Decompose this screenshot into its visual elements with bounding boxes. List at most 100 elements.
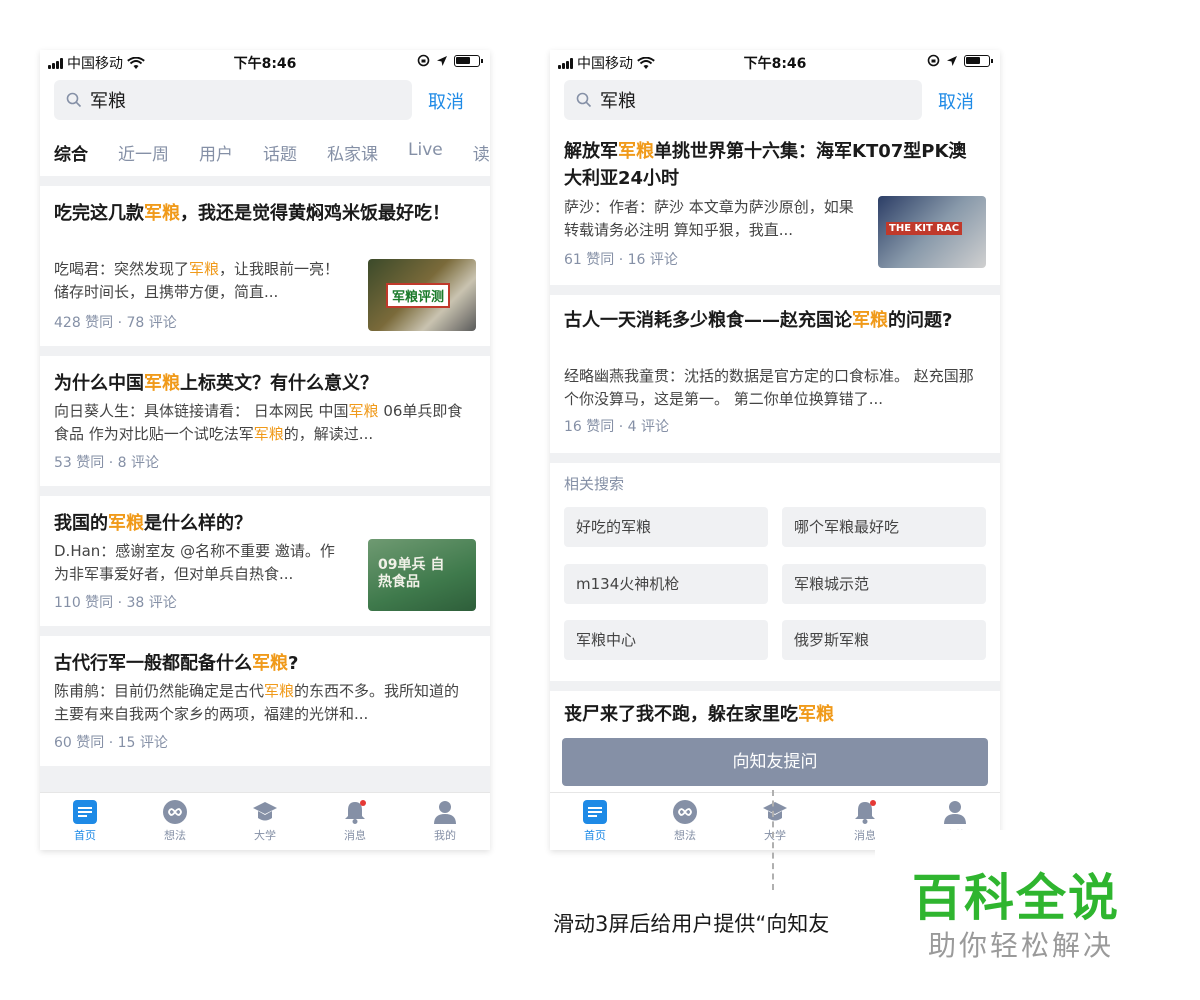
- item-excerpt: D.Han：感谢室友 @名称不重要 邀请。作为非军事爱好者，但对单兵自热食...: [54, 542, 335, 583]
- list-item[interactable]: 为什么中国军粮上标英文？有什么意义？ 向日葵人生：具体链接请看： 日本网民 中国…: [40, 356, 490, 486]
- search-icon: [66, 92, 82, 108]
- tabbar-label: 想法: [164, 829, 186, 842]
- battery-icon: [964, 54, 993, 67]
- item-thumbnail: THE KIT RAC: [878, 196, 986, 268]
- thumbnail-caption: THE KIT RAC: [886, 222, 963, 235]
- item-title: 为什么中国军粮上标英文？有什么意义？: [54, 373, 378, 394]
- tabbar-label: 想法: [674, 829, 696, 842]
- item-excerpt: 陈甫鸼：目前仍然能确定是古代军粮的东西不多。我所知道的主要有来自我两个家乡的两项…: [54, 682, 460, 723]
- list-item[interactable]: 吃完这几款军粮，我还是觉得黄焖鸡米饭最好吃！ 吃喝君：突然发现了军粮，让我眼前一…: [40, 186, 490, 346]
- item-excerpt: 吃喝君：突然发现了军粮，让我眼前一亮！储存时间长，且携带方便，简直...: [54, 260, 340, 301]
- tabbar-label: 大学: [764, 829, 786, 842]
- search-input[interactable]: [90, 89, 370, 111]
- bell-icon: [855, 800, 876, 824]
- tabbar-ideas[interactable]: 想法: [640, 799, 730, 843]
- list-item[interactable]: 我国的军粮是什么样的？ D.Han：感谢室友 @名称不重要 邀请。作为非军事爱好…: [40, 496, 490, 626]
- divider: [40, 626, 490, 636]
- related-search-chip[interactable]: 军粮城示范: [782, 564, 986, 604]
- tab-recent-week[interactable]: 近一周: [118, 140, 169, 170]
- tabbar-label: 消息: [854, 829, 876, 842]
- search-icon: [576, 92, 592, 108]
- item-excerpt: 经略幽燕我童贯：沈括的数据是官方定的口食标准。 赵充国那个你没算马，这是第一。 …: [564, 367, 974, 408]
- list-item[interactable]: 解放军军粮单挑世界第十六集：海军KT07型PK澳大利亚24小时 萨沙：作者：萨沙…: [550, 130, 1000, 285]
- graduation-cap-icon: [253, 802, 277, 821]
- cancel-button[interactable]: 取消: [938, 88, 974, 114]
- related-search-chip[interactable]: m134火神机枪: [564, 564, 768, 604]
- item-title: 丧尸来了我不跑，躲在家里吃军粮: [564, 704, 834, 725]
- item-stats: 53 赞同 · 8 评论: [54, 455, 159, 471]
- ask-zhihu-friends-button[interactable]: 向知友提问: [562, 738, 988, 786]
- tabbar-label: 大学: [254, 829, 276, 842]
- search-bar[interactable]: [564, 80, 922, 120]
- bottom-tab-bar: 首页 想法 大学 消息 我的: [40, 792, 490, 850]
- tab-topics[interactable]: 话题: [263, 140, 297, 170]
- item-thumbnail: 军粮评测: [368, 259, 476, 331]
- search-filter-tabs: 综合 近一周 用户 话题 私家课 Live 读: [54, 140, 490, 170]
- person-icon: [434, 801, 456, 824]
- divider: [40, 486, 490, 496]
- divider: [40, 346, 490, 356]
- item-stats: 16 赞同 · 4 评论: [564, 419, 669, 435]
- battery-icon: [454, 54, 483, 67]
- tab-comprehensive[interactable]: 综合: [54, 140, 88, 170]
- status-bar: 中国移动 下午8:46: [550, 50, 1000, 74]
- divider: [550, 285, 1000, 295]
- thumbnail-caption: 09单兵 自热食品: [378, 557, 445, 590]
- related-searches-title: 相关搜索: [564, 475, 625, 493]
- tab-live[interactable]: Live: [408, 140, 443, 170]
- annotation-dashed-line: [772, 790, 774, 890]
- graduation-cap-icon: [763, 802, 787, 821]
- tab-read[interactable]: 读: [473, 140, 490, 170]
- item-excerpt: 向日葵人生：具体链接请看： 日本网民 中国军粮 06单兵即食食品 作为对比贴一个…: [54, 402, 463, 443]
- rotation-lock-icon: [927, 54, 940, 67]
- list-item[interactable]: 古代行军一般都配备什么军粮? 陈甫鸼：目前仍然能确定是古代军粮的东西不多。我所知…: [40, 636, 490, 766]
- tabbar-label: 首页: [74, 829, 96, 842]
- list-item[interactable]: 古人一天消耗多少粮食——赵充国论军粮的问题? 经略幽燕我童贯：沈括的数据是官方定…: [550, 295, 1000, 453]
- ideas-icon: [673, 800, 697, 824]
- tab-private-course[interactable]: 私家课: [327, 140, 378, 170]
- divider: [40, 176, 490, 186]
- notification-dot: [870, 800, 876, 806]
- related-search-chip[interactable]: 俄罗斯军粮: [782, 620, 986, 660]
- item-title: 我国的军粮是什么样的？: [54, 513, 252, 534]
- divider: [550, 681, 1000, 691]
- item-stats: 60 赞同 · 15 评论: [54, 735, 168, 751]
- tabbar-me[interactable]: 我的: [400, 799, 490, 843]
- watermark-logo: 百科全说: [912, 869, 1120, 927]
- tabbar-home[interactable]: 首页: [40, 799, 130, 843]
- location-icon: [947, 55, 957, 66]
- related-search-chip[interactable]: 好吃的军粮: [564, 507, 768, 547]
- item-excerpt: 萨沙：作者：萨沙 本文章为萨沙原创，如果转载请务必注明 算知乎狠，我直...: [564, 198, 854, 239]
- home-icon: [583, 800, 607, 824]
- item-thumbnail: 09单兵 自热食品: [368, 539, 476, 611]
- related-searches: 相关搜索 好吃的军粮 哪个军粮最好吃 m134火神机枪 军粮城示范 军粮中心 俄…: [550, 463, 1000, 681]
- related-search-chip[interactable]: 军粮中心: [564, 620, 768, 660]
- tab-users[interactable]: 用户: [199, 140, 233, 170]
- status-bar: 中国移动 下午8:46: [40, 50, 490, 74]
- search-bar[interactable]: [54, 80, 412, 120]
- tabbar-university[interactable]: 大学: [220, 799, 310, 843]
- tabbar-ideas[interactable]: 想法: [130, 799, 220, 843]
- tabbar-label: 我的: [434, 829, 456, 842]
- item-title: 吃完这几款军粮，我还是觉得黄焖鸡米饭最好吃！: [54, 203, 450, 224]
- related-search-chip[interactable]: 哪个军粮最好吃: [782, 507, 986, 547]
- tabbar-home[interactable]: 首页: [550, 799, 640, 843]
- item-title: 解放军军粮单挑世界第十六集：海军KT07型PK澳大利亚24小时: [564, 141, 967, 189]
- tabbar-label: 首页: [584, 829, 606, 842]
- bell-icon: [345, 800, 366, 824]
- cancel-button[interactable]: 取消: [428, 88, 464, 114]
- search-input[interactable]: [600, 89, 880, 111]
- annotation-caption: 滑动3屏后给用户提供“向知友: [553, 912, 830, 936]
- thumbnail-caption: 军粮评测: [386, 283, 451, 308]
- divider: [550, 453, 1000, 463]
- home-icon: [73, 800, 97, 824]
- tabbar-university[interactable]: 大学: [730, 799, 820, 843]
- phone-screen-left: 中国移动 下午8:46 取消 综合 近一周 用户 话题 私家课 Live 读 吃…: [40, 50, 490, 850]
- person-icon: [944, 801, 966, 824]
- notification-dot: [360, 800, 366, 806]
- watermark-tagline: 助你轻松解决: [928, 929, 1115, 962]
- location-icon: [437, 55, 447, 66]
- item-stats: 110 赞同 · 38 评论: [54, 595, 177, 611]
- item-stats: 428 赞同 · 78 评论: [54, 315, 177, 331]
- tabbar-messages[interactable]: 消息: [310, 799, 400, 843]
